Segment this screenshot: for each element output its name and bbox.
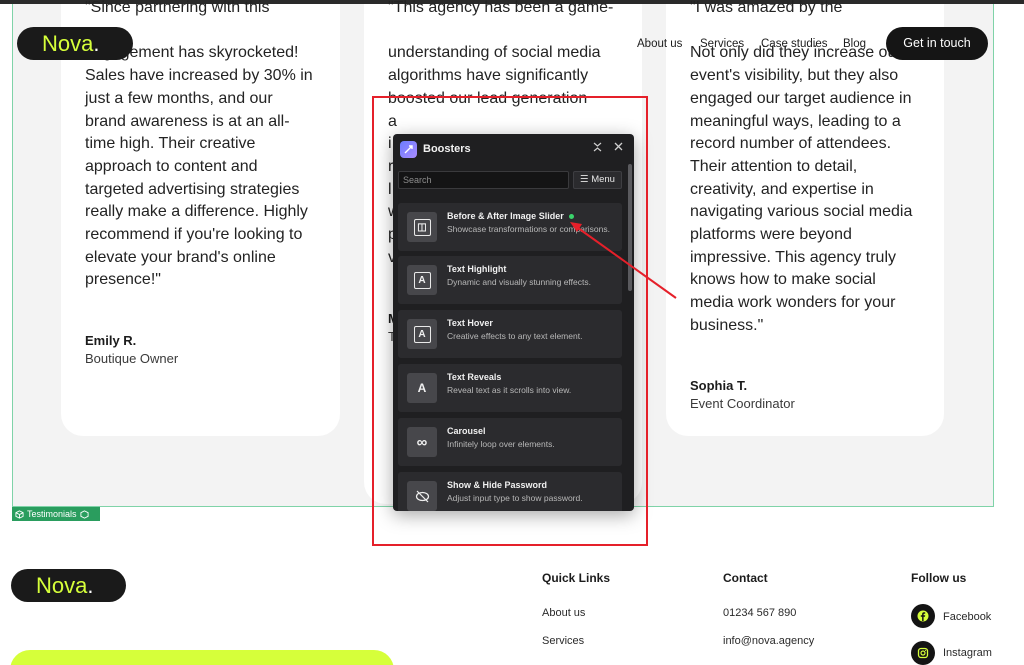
footer-newsletter-block xyxy=(10,650,394,665)
contact-email[interactable]: info@nova.agency xyxy=(723,635,814,647)
footer-link-services[interactable]: Services xyxy=(542,635,584,647)
facebook-icon[interactable] xyxy=(911,604,935,628)
logo-text: Nova xyxy=(36,573,88,598)
annotation-arrow xyxy=(570,222,677,299)
contact-heading: Contact xyxy=(723,571,768,585)
follow-heading: Follow us xyxy=(911,571,967,585)
footer-logo[interactable]: Nova. xyxy=(11,569,126,602)
logo-dot: . xyxy=(87,573,94,598)
contact-phone[interactable]: 01234 567 890 xyxy=(723,607,796,619)
footer-link-about[interactable]: About us xyxy=(542,607,585,619)
instagram-icon[interactable] xyxy=(911,641,935,665)
facebook-link[interactable]: Facebook xyxy=(943,611,991,623)
quick-links-heading: Quick Links xyxy=(542,571,611,585)
instagram-link[interactable]: Instagram xyxy=(943,647,992,659)
